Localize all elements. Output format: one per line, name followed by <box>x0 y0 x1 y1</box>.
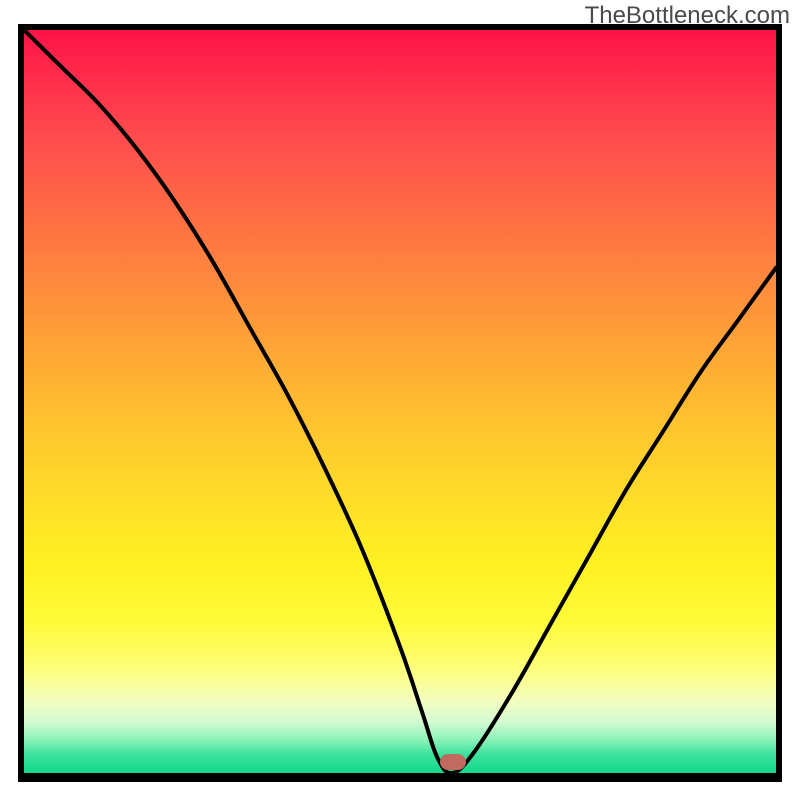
chart-container: TheBottleneck.com <box>0 0 800 800</box>
optimal-point-marker <box>440 754 466 770</box>
plot-frame <box>18 24 782 782</box>
watermark-text: TheBottleneck.com <box>585 2 790 30</box>
bottleneck-curve <box>24 30 776 773</box>
